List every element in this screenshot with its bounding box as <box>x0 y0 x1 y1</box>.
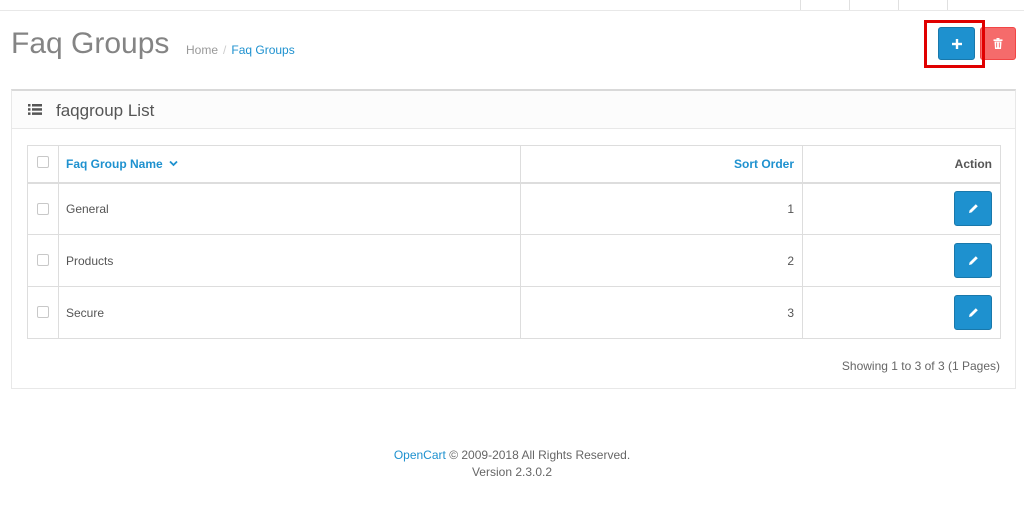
row-action-cell <box>802 234 1001 287</box>
page-title: Faq Groups <box>11 27 170 60</box>
sort-by-sort-order-link[interactable]: Sort Order <box>734 157 794 171</box>
footer-copyright-line: OpenCart © 2009-2018 All Rights Reserved… <box>0 447 1024 464</box>
edit-button[interactable] <box>954 295 992 330</box>
select-all-cell <box>27 145 59 184</box>
breadcrumb: Home / Faq Groups <box>186 43 295 57</box>
footer-version: Version 2.3.0.2 <box>471 465 553 479</box>
name-column-label: Faq Group Name <box>66 156 163 171</box>
action-column-header: Action <box>802 145 1001 184</box>
panel-title: faqgroup List <box>56 101 155 120</box>
name-column-header: Faq Group Name <box>58 145 521 184</box>
breadcrumb-separator: / <box>223 43 227 57</box>
opencart-link[interactable]: OpenCart <box>394 448 446 462</box>
pencil-icon <box>968 308 978 317</box>
table-header-row: Faq Group Name Sort Order Action <box>27 145 1001 184</box>
row-name: Products <box>58 234 521 287</box>
row-name: Secure <box>58 286 521 339</box>
chevron-down-icon <box>169 160 178 167</box>
row-checkbox[interactable] <box>37 254 49 267</box>
row-sort-order: 3 <box>520 286 803 339</box>
faqgroup-list-panel: faqgroup List Faq Group Name Sort Order … <box>11 89 1016 389</box>
navbar-divider <box>898 0 899 10</box>
navbar-divider <box>849 0 850 10</box>
pencil-icon <box>968 204 978 214</box>
row-name: General <box>58 182 521 235</box>
breadcrumb-faq-groups-link[interactable]: Faq Groups <box>231 43 294 57</box>
add-new-button[interactable] <box>938 27 975 60</box>
row-action-cell <box>802 182 1001 235</box>
pagination-results: Showing 1 to 3 of 3 (1 Pages) <box>841 359 1000 373</box>
navbar-divider <box>947 0 948 10</box>
select-all-checkbox[interactable] <box>37 155 49 168</box>
row-select-cell <box>27 234 59 287</box>
edit-button[interactable] <box>954 243 992 278</box>
delete-button[interactable] <box>980 27 1016 60</box>
table-row: Products 2 <box>27 234 1001 287</box>
table-row: General 1 <box>27 182 1001 235</box>
sort-order-column-header: Sort Order <box>520 145 803 184</box>
row-select-cell <box>27 182 59 235</box>
faq-group-table: Faq Group Name Sort Order Action General… <box>27 145 1001 339</box>
trash-icon <box>993 38 1003 49</box>
panel-heading: faqgroup List <box>12 91 1015 129</box>
footer: OpenCart © 2009-2018 All Rights Reserved… <box>0 447 1024 481</box>
row-sort-order: 2 <box>520 234 803 287</box>
navbar-divider <box>800 0 801 10</box>
breadcrumb-home-link[interactable]: Home <box>186 43 218 57</box>
list-icon <box>28 104 42 115</box>
table-row: Secure 3 <box>27 286 1001 339</box>
plus-icon <box>951 38 962 49</box>
sort-by-name-link[interactable]: Faq Group Name <box>66 157 178 171</box>
row-sort-order: 1 <box>520 182 803 235</box>
top-navbar <box>0 0 1024 11</box>
row-checkbox[interactable] <box>37 306 49 319</box>
row-checkbox[interactable] <box>37 202 49 215</box>
pencil-icon <box>968 256 978 265</box>
row-action-cell <box>802 286 1001 339</box>
edit-button[interactable] <box>954 191 992 227</box>
row-select-cell <box>27 286 59 339</box>
footer-copyright: © 2009-2018 All Rights Reserved. <box>449 448 631 462</box>
